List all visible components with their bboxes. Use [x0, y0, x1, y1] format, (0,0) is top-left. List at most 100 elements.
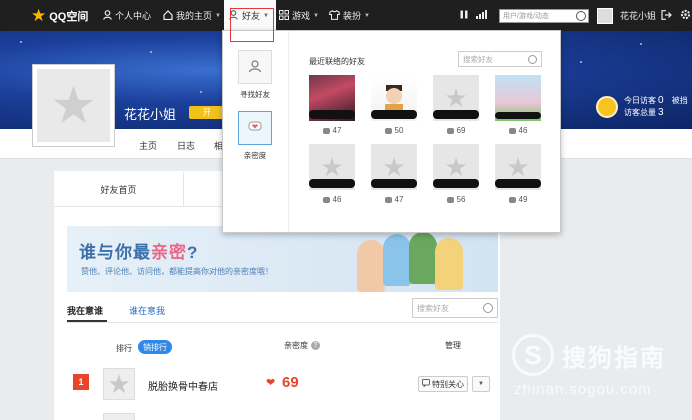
star-sparkle	[640, 43, 642, 45]
friend-search-input[interactable]: 搜索好友	[412, 298, 498, 318]
count-value: 50	[394, 126, 404, 135]
signal-bars-button[interactable]	[476, 0, 487, 31]
logo-text: QQ空间	[49, 10, 89, 23]
profile-nickname: 花花小姐	[124, 107, 177, 122]
dropdown-search-input[interactable]: 搜索好友	[458, 51, 542, 67]
redaction-bar	[495, 112, 541, 119]
divider	[67, 322, 498, 323]
person-icon	[103, 9, 112, 22]
top-search-input[interactable]: 用户/游戏/动态	[499, 9, 589, 23]
settings-button[interactable]	[680, 0, 691, 31]
intimacy-banner-ad[interactable]: 谁与你最亲密? 赞他、评论他、访问他，都能提高你对他的亲密度哦！	[67, 226, 498, 292]
logout-icon	[661, 9, 672, 22]
friend-avatar[interactable]	[103, 413, 135, 420]
redaction-bar	[371, 179, 417, 188]
profile-avatar[interactable]: ★	[32, 64, 115, 147]
redaction-bar	[433, 179, 479, 188]
chevron-down-icon: ▼	[313, 12, 319, 19]
nav-personal-center[interactable]: 个人中心	[103, 0, 151, 31]
care-dropdown-button[interactable]: ▼	[472, 376, 490, 392]
find-friends-button[interactable]	[238, 50, 272, 84]
recent-friends-title: 最近联络的好友	[309, 57, 365, 66]
special-care-button[interactable]: 特别关心	[418, 376, 468, 392]
column-intimacy: 亲密度 ?	[284, 340, 320, 351]
search-icon[interactable]	[528, 55, 537, 64]
main-nav-blog[interactable]: 日志	[177, 139, 195, 152]
search-icon[interactable]	[483, 303, 493, 313]
qzone-logo[interactable]: ★ QQ空间	[31, 0, 88, 31]
care-label: 特别关心	[432, 379, 464, 389]
sort-ranking-pill[interactable]: 销排行	[138, 340, 172, 354]
ad-title: 谁与你最亲密?	[79, 238, 198, 263]
tab-friends-home[interactable]: 好友首页	[54, 172, 184, 206]
qzone-star-placeholder-icon: ★	[50, 76, 97, 135]
pause-icon	[460, 10, 468, 21]
comment-icon	[322, 127, 330, 134]
message-count: 46	[495, 126, 541, 135]
nav-label: 我的主页	[176, 11, 213, 21]
ad-subtitle: 赞他、评论他、访问他，都能提高你对他的亲密度哦！	[81, 267, 273, 276]
cartoon-person-illustration	[435, 238, 463, 290]
qzone-star-placeholder-icon: ★	[444, 152, 468, 182]
message-count: 56	[433, 195, 479, 204]
find-friend-icon	[248, 59, 262, 75]
chevron-down-icon: ▼	[478, 381, 484, 387]
search-placeholder: 搜索好友	[463, 54, 493, 64]
recent-friend[interactable]: 50	[371, 75, 417, 135]
friends-dropdown-panel: 寻找好友 亲密度 最近联络的好友 搜索好友 47 50 ★ 69 46 ★ 46	[222, 30, 561, 233]
cartoon-person-illustration	[357, 240, 385, 292]
comment-icon	[446, 127, 454, 134]
vip-badge[interactable]: 开	[189, 106, 225, 119]
visitor-stats-icon[interactable]	[596, 96, 618, 118]
top-username[interactable]: 花花小姐	[620, 0, 656, 31]
star-sparkle	[580, 61, 582, 63]
qzone-star-placeholder-icon: ★	[320, 152, 344, 182]
music-pause-button[interactable]	[460, 0, 468, 31]
search-icon[interactable]	[576, 11, 586, 21]
count-value: 46	[518, 126, 528, 135]
tab-i-care[interactable]: 我在意谁	[67, 304, 103, 317]
friend-name[interactable]: 脱胎换骨中春店	[148, 378, 218, 393]
friend-photo: ★	[495, 144, 541, 190]
user-avatar-thumb[interactable]	[597, 8, 613, 24]
nav-label: 装扮	[343, 11, 362, 21]
pill-label: 销排行	[143, 342, 167, 352]
watermark-text: 搜狗指南	[562, 345, 666, 372]
username-text: 花花小姐	[620, 11, 657, 21]
message-count: 47	[309, 126, 355, 135]
qzone-star-placeholder-icon: ★	[444, 83, 468, 113]
search-placeholder: 用户/游戏/动态	[503, 13, 549, 20]
home-icon	[163, 9, 173, 22]
intimacy-button[interactable]	[238, 111, 272, 145]
recent-friend[interactable]: ★ 56	[433, 144, 479, 204]
visitors-today[interactable]: 今日访客 0 被挡	[624, 95, 688, 106]
recent-friend[interactable]: ★ 69	[433, 75, 479, 135]
tab-who-cares-me[interactable]: 谁在意我	[129, 304, 165, 317]
signal-bars-icon	[476, 10, 487, 21]
nav-decorate[interactable]: 装扮 ▼	[329, 0, 370, 31]
friend-avatar[interactable]: ★	[103, 368, 135, 400]
count-value: 46	[332, 195, 342, 204]
recent-friend[interactable]: 46	[495, 75, 541, 135]
visitors-total[interactable]: 访客总量 3	[624, 107, 664, 118]
search-placeholder: 搜索好友	[417, 303, 449, 313]
nav-games[interactable]: 游戏 ▼	[279, 0, 319, 31]
message-count: 46	[309, 195, 355, 204]
visitors-today-label: 今日访客	[624, 96, 656, 105]
recent-friend[interactable]: ★ 49	[495, 144, 541, 204]
ad-title-em: 亲密	[151, 243, 187, 262]
recent-friend[interactable]: 47	[309, 75, 355, 135]
grid-icon	[279, 9, 289, 22]
help-icon[interactable]: ?	[311, 341, 320, 350]
nav-my-homepage[interactable]: 我的主页 ▼	[163, 0, 221, 31]
logout-button[interactable]	[661, 0, 672, 31]
main-nav-home[interactable]: 主页	[139, 139, 157, 152]
recent-friend[interactable]: ★ 47	[371, 144, 417, 204]
count-value: 47	[394, 195, 404, 204]
recent-friend[interactable]: ★ 46	[309, 144, 355, 204]
column-rank: 排行	[116, 344, 132, 353]
comment-icon	[322, 196, 330, 203]
vip-label: 开	[203, 108, 211, 117]
friend-photo	[309, 75, 355, 121]
cartoon-person-illustration	[409, 232, 437, 284]
